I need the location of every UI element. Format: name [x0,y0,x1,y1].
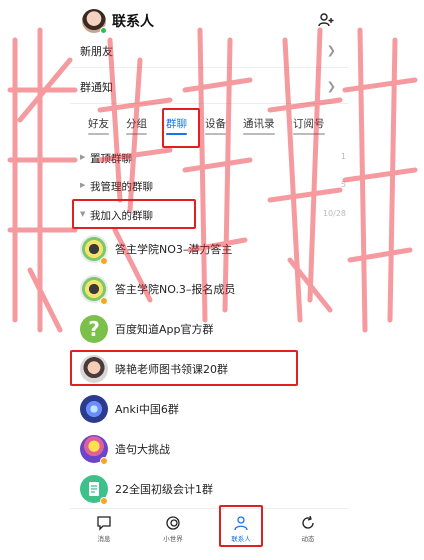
contacts-icon [234,516,248,531]
tab-group-chats[interactable]: 群聊 [166,116,187,135]
contacts-screen: 联系人 新朋友 ❯ 群通知 ❯ 好友 分组 群聊 设备 通讯录 订阅号 ▶ 置顶… [70,0,348,560]
small-world-icon [166,516,180,530]
tab-devices[interactable]: 设备 [205,116,226,135]
section-joined-groups[interactable]: ▼ 我加入的群聊 10/28 [70,205,348,225]
section-name: 我加入的群聊 [90,210,153,222]
nav-label: 动态 [301,535,315,543]
question-mark-avatar-icon: ? [80,315,108,343]
chevron-right-icon: ❯ [326,44,336,57]
tab-groups-category[interactable]: 分组 [126,116,147,135]
section-name: 置顶群聊 [90,153,132,165]
expand-arrow-icon: ▶ [80,153,86,161]
new-friends-label: 新朋友 [80,45,113,58]
tab-subscriptions[interactable]: 订阅号 [293,116,325,135]
group-name: 百度知道App官方群 [115,323,214,336]
nav-messages[interactable]: 消息 [76,515,132,555]
contact-tabs: 好友 分组 群聊 设备 通讯录 订阅号 [70,116,348,138]
nav-contacts[interactable]: 联系人 [213,515,269,555]
group-avatar [80,355,108,383]
nav-label: 联系人 [231,535,251,543]
section-managed-groups[interactable]: ▶ 我管理的群聊 5 [70,176,348,196]
tab-friends[interactable]: 好友 [88,116,109,135]
tab-groups-category-label: 分组 [126,118,147,130]
star-avatar-icon [80,395,108,423]
online-status-dot [100,27,107,34]
nav-label: 消息 [97,535,111,543]
collapse-arrow-icon: ▼ [80,210,86,218]
tab-underline [205,133,226,135]
nav-small-world[interactable]: 小世界 [145,515,201,555]
group-notices-label: 群通知 [80,81,113,94]
section-count: 10/28 [322,209,346,218]
group-name: 答主学院NO.3–报名成员 [115,283,236,296]
group-item[interactable]: 晓艳老师图书领课20群 [70,349,348,389]
group-item[interactable]: 造句大挑战 [70,429,348,469]
tab-address-book[interactable]: 通讯录 [243,116,275,135]
group-item[interactable]: 答主学院NO3–潜力答主 [70,229,348,269]
group-name: 造句大挑战 [115,443,170,456]
section-count: 1 [340,152,346,161]
tab-subscriptions-label: 订阅号 [293,118,325,130]
group-item[interactable]: 答主学院NO.3–报名成员 [70,269,348,309]
section-pinned-groups[interactable]: ▶ 置顶群聊 1 [70,148,348,168]
expand-arrow-icon: ▶ [80,181,86,189]
page-title: 联系人 [112,14,154,30]
my-avatar[interactable] [82,9,107,34]
section-count: 5 [340,180,346,189]
chevron-right-icon: ❯ [326,80,336,93]
nav-feed[interactable]: 动态 [280,515,336,555]
tab-underline [166,133,187,135]
group-item[interactable]: 22全国初级会计1群 [70,469,348,509]
add-friend-icon[interactable] [318,12,334,28]
group-badge-icon [100,297,108,305]
group-name: 22全国初级会计1群 [115,483,213,496]
new-friends-row[interactable]: 新朋友 ❯ [70,34,348,68]
section-name: 我管理的群聊 [90,181,153,193]
group-notices-row[interactable]: 群通知 ❯ [70,70,348,104]
nav-label: 小世界 [163,535,183,543]
bottom-nav: 消息 小世界 联系人 动态 [70,508,348,560]
message-icon [97,516,111,531]
group-badge-icon [100,457,108,465]
tab-underline [293,133,325,135]
tab-devices-label: 设备 [205,118,226,130]
tab-address-book-label: 通讯录 [243,118,275,130]
group-item[interactable]: Anki中国6群 [70,389,348,429]
refresh-feed-icon [302,515,314,529]
group-item[interactable]: ? 百度知道App官方群 [70,309,348,349]
tab-friends-label: 好友 [88,118,109,130]
tab-group-chats-label: 群聊 [166,118,187,130]
tab-underline [243,133,275,135]
group-badge-icon [100,257,108,265]
tab-underline [126,133,147,135]
group-name: 答主学院NO3–潜力答主 [115,243,233,256]
group-badge-icon [100,497,108,505]
group-name: 晓艳老师图书领课20群 [115,363,228,376]
tab-underline [88,133,109,135]
group-name: Anki中国6群 [115,403,179,416]
